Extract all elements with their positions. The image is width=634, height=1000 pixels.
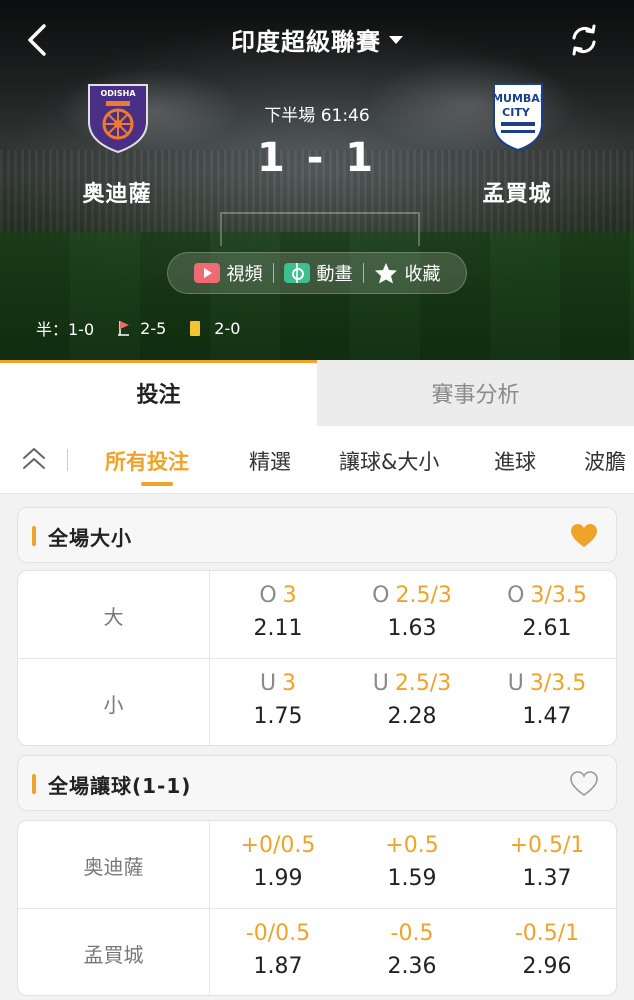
market-table-handicap: 奥迪薩 +0/0.5 1.99 +0.5 1.59 +0.5/1 1.37 孟買… [17,820,617,996]
odds-value: 2.36 [387,954,437,979]
corner-flag-icon [118,321,130,336]
svg-text:ODISHA: ODISHA [100,89,136,98]
table-row: 奥迪薩 +0/0.5 1.99 +0.5 1.59 +0.5/1 1.37 [18,821,616,909]
market-header-handicap[interactable]: 全場讓球(1-1) [17,755,617,811]
odds-cell[interactable]: U3 1.75 [211,659,345,745]
odds-value: 1.47 [522,704,572,729]
video-icon [193,263,220,283]
odds-cell[interactable]: U 2.5/3 2.28 [345,659,479,745]
odds-cell[interactable]: -0.5/1 2.96 [480,909,614,995]
table-row: 小 U3 1.75 U 2.5/3 2.28 U 3/3.5 1.47 [18,659,616,745]
row-label: 小 [18,659,210,745]
handicap-line: +0.5/1 [509,833,585,858]
heart-filled-icon[interactable] [570,523,598,549]
odds-value: 2.28 [387,704,437,729]
handicap-line: -0/0.5 [245,921,311,946]
row-label: 孟買城 [18,909,210,995]
odds-cell[interactable]: +0/0.5 1.99 [211,821,345,909]
favorite-label: 收藏 [404,264,441,285]
pitch-animation-icon [283,263,310,283]
odds-value: 1.99 [253,866,303,891]
star-icon [374,263,397,284]
row-label: 大 [18,571,210,659]
yellow-card-icon [190,320,201,336]
match-status: 下半場 61:46 [264,106,370,126]
odds-cell[interactable]: O 2.5/3 1.63 [345,571,479,659]
handicap-line: +0.5 [385,833,439,858]
odds-value: 2.61 [522,616,572,641]
handicap-line: -0.5/1 [514,921,580,946]
animation-label: 動畫 [316,264,353,285]
table-row: 孟買城 -0/0.5 1.87 -0.5 2.36 -0.5/1 2.96 [18,909,616,995]
video-button[interactable]: 視頻 [184,260,273,286]
heart-outline-icon[interactable] [570,771,598,797]
odds-cell[interactable]: O 3/3.5 2.61 [480,571,614,659]
bet-category-tabs: 所有投注 精選 讓球&大小 進球 波膽 [0,426,634,494]
tab-handicap-totals[interactable]: 讓球&大小 [339,446,439,476]
caret-down-icon [389,36,403,44]
market-table-totals: 大 O3 2.11 O 2.5/3 1.63 O 3/3.5 2.61 小 U3 1… [17,570,617,746]
market-title: 全場讓球(1-1) [48,774,192,798]
tab-correct-score[interactable]: 波膽 [584,446,626,476]
collapse-chevron-icon[interactable] [20,446,48,472]
tab-bet[interactable]: 投注 [0,360,317,426]
odds-value: 1.87 [253,954,303,979]
league-title: 印度超級聯賽 [231,28,381,56]
odds-cell[interactable]: +0.5/1 1.37 [480,821,614,909]
handicap-line: -0.5 [390,921,434,946]
tab-featured[interactable]: 精選 [249,446,291,476]
score: 1 - 1 [256,135,378,181]
match-stats: 半：1-0 2-5 2-0 [36,316,264,340]
tab-goals[interactable]: 進球 [494,446,536,476]
market-title: 全場大小 [48,526,132,550]
match-header: 印度超級聯賽 ODISHA MUMBAI CITY 奥迪薩 孟買城 下半場 61… [0,0,634,360]
tab-all-bets[interactable]: 所有投注 [105,446,189,476]
half-time-score: 半：1-0 [36,320,95,339]
tab-analysis[interactable]: 賽事分析 [317,360,634,426]
odds-cell[interactable]: U 3/3.5 1.47 [480,659,614,745]
table-row: 大 O3 2.11 O 2.5/3 1.63 O 3/3.5 2.61 [18,571,616,659]
video-label: 視頻 [226,264,263,285]
odds-value: 2.11 [253,616,303,641]
media-bar: 視頻 動畫 收藏 [167,252,467,294]
favorite-button[interactable]: 收藏 [364,260,451,286]
divider [67,449,68,471]
odds-cell[interactable]: -0.5 2.36 [345,909,479,995]
odds-cell[interactable]: -0/0.5 1.87 [211,909,345,995]
odds-value: 1.37 [522,866,572,891]
odds-value: 1.63 [387,616,437,641]
row-label: 奥迪薩 [18,821,210,909]
yellow-cards-count: 2-0 [214,318,241,338]
odds-value: 2.96 [522,954,572,979]
active-tab-indicator [141,482,173,486]
handicap-line: +0/0.5 [240,833,316,858]
league-selector[interactable]: 印度超級聯賽 [0,22,634,57]
odds-value: 1.59 [387,866,437,891]
odds-cell[interactable]: +0.5 1.59 [345,821,479,909]
main-tabs: 投注 賽事分析 [0,360,634,426]
refresh-icon[interactable] [566,22,602,58]
odds-cell[interactable]: O3 2.11 [211,571,345,659]
market-header-totals[interactable]: 全場大小 [17,507,617,563]
odds-value: 1.75 [253,704,303,729]
animation-button[interactable]: 動畫 [274,260,363,286]
corners-count: 2-5 [140,318,167,338]
